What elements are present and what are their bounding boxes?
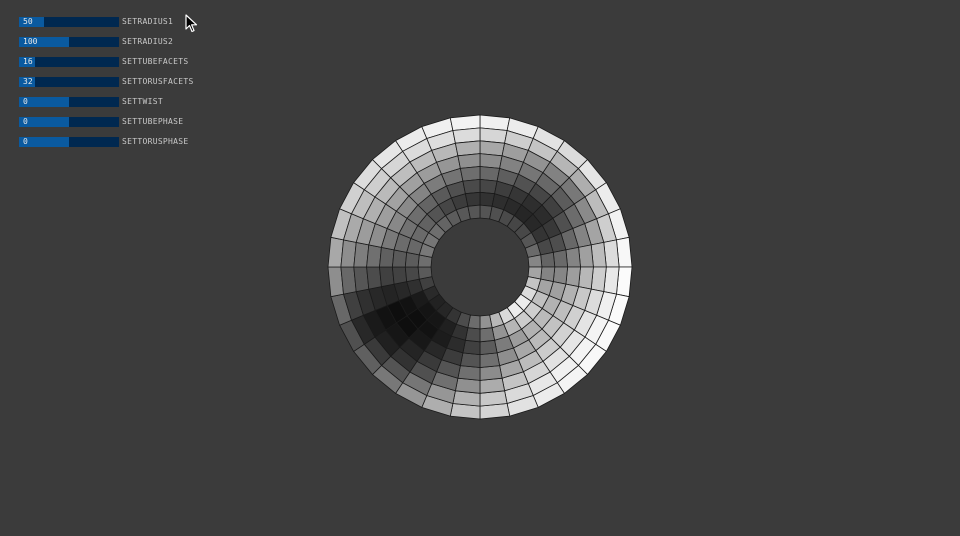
torus-facet [479,327,496,343]
torus-facet [462,339,481,356]
torus-facet [540,251,556,268]
torus-facet [479,352,501,368]
torus-facet [527,254,543,268]
torus-facet [590,266,607,293]
torus-facet [457,153,481,169]
torus-facet [391,249,408,268]
torus-facet [459,352,481,368]
torus-facet [590,241,607,268]
torus-facet [379,266,395,288]
torus-facet [479,377,506,394]
torus-facet [565,266,581,288]
torus-facet [552,249,569,268]
torus-facet [417,266,433,280]
torus-facet [391,266,408,285]
torus-facet [454,377,481,394]
torus-facet [457,365,481,381]
torus-facet [578,244,594,268]
torus-facet [479,153,503,169]
torus-facet [353,266,370,293]
torus-facet [479,314,493,330]
torus-facet [379,246,395,268]
torus-facet [462,178,481,195]
torus-facet [479,339,498,356]
torus-facet [565,246,581,268]
torus-viewport[interactable] [0,0,960,536]
torus-facet [479,140,506,157]
torus-facet [479,178,498,195]
torus-facet [366,266,382,290]
torus-facet [353,241,370,268]
torus-facet [366,244,382,268]
torus-facet [467,204,481,220]
torus-facet [479,365,503,381]
torus-facet [578,266,594,290]
torus-facet [552,266,569,285]
mouse-pointer-icon [185,14,198,33]
torus-facet [459,166,481,182]
torus-facet [454,140,481,157]
torus-facet [479,166,501,182]
torus-mesh [327,114,633,420]
torus-facet [404,266,420,283]
torus-facet [464,191,481,207]
